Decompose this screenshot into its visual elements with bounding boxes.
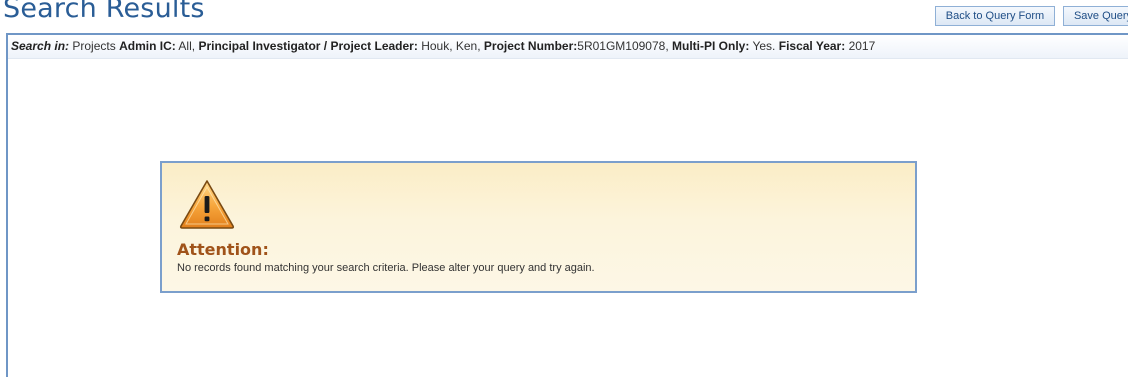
save-query-button[interactable]: Save Query	[1063, 6, 1128, 26]
pi-value: Houk, Ken,	[421, 39, 481, 53]
pi-label: Principal Investigator / Project Leader:	[198, 39, 418, 53]
search-criteria-bar: Search in: Projects Admin IC: All, Princ…	[8, 35, 1128, 59]
admin-ic-value: All,	[178, 39, 196, 53]
multi-pi-value: Yes.	[752, 39, 776, 53]
search-in-value: Projects	[72, 39, 116, 53]
page-title: Search Results	[3, 0, 205, 24]
warning-triangle-icon	[179, 180, 235, 229]
attention-title: Attention:	[177, 240, 269, 259]
back-to-query-form-button[interactable]: Back to Query Form	[935, 6, 1055, 26]
search-results-page: Search Results Back to Query Form Save Q…	[0, 0, 1128, 377]
project-number-value: 5R01GM109078,	[577, 39, 669, 53]
fiscal-year-label: Fiscal Year:	[778, 39, 846, 53]
admin-ic-label: Admin IC:	[119, 39, 176, 53]
attention-message: No records found matching your search cr…	[177, 262, 595, 274]
multi-pi-label: Multi-PI Only:	[672, 39, 750, 53]
search-in-label: Search in:	[11, 39, 70, 53]
project-number-label: Project Number:	[483, 39, 578, 53]
fiscal-year-value: 2017	[848, 39, 876, 53]
attention-message-box: Attention: No records found matching you…	[160, 161, 917, 293]
